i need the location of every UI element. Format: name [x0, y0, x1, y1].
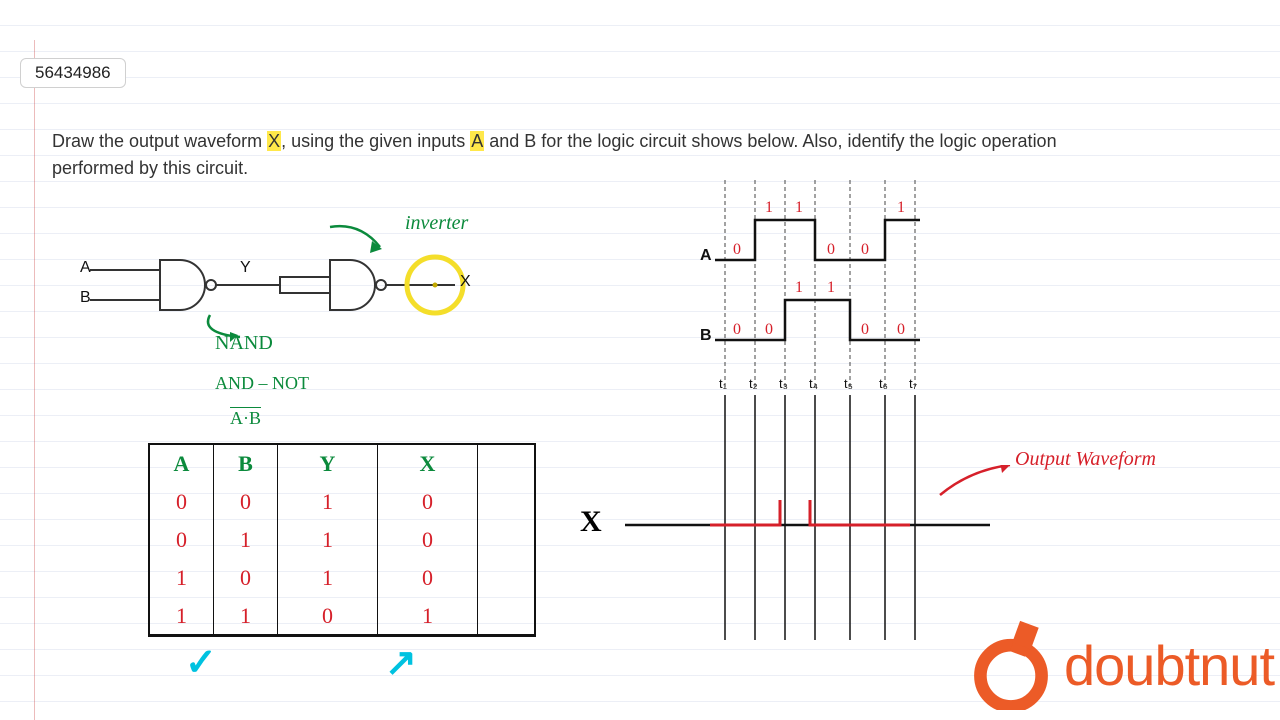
- svg-text:A: A: [700, 247, 712, 264]
- label-Y: Y: [240, 259, 251, 277]
- question-text: Draw the output waveform X, using the gi…: [52, 128, 1072, 182]
- svg-text:t₅: t₅: [844, 376, 853, 391]
- logo-text: doubtnut: [1064, 633, 1274, 698]
- svg-text:t₁: t₁: [719, 376, 728, 391]
- input-waveforms: A B t₁ t₂ t₃ t₄ t₅ t₆ t₇ 0 1 1 0 0 1 0 0…: [695, 180, 935, 400]
- problem-id: 56434986: [20, 58, 126, 88]
- cyan-arrow-icon: ↗: [385, 640, 417, 685]
- svg-text:0: 0: [765, 321, 773, 338]
- svg-text:1: 1: [827, 279, 835, 296]
- cyan-check-icon: ✓: [185, 640, 217, 685]
- svg-text:0: 0: [861, 321, 869, 338]
- svg-text:B: B: [700, 327, 712, 344]
- logo-icon: [966, 620, 1056, 710]
- highlight-x: X: [267, 131, 281, 151]
- circuit-diagram: A B Y X: [80, 255, 500, 335]
- label-X: X: [460, 273, 471, 291]
- svg-text:t₂: t₂: [749, 376, 758, 391]
- red-arrow-icon: [930, 465, 1020, 505]
- svg-text:0: 0: [733, 241, 741, 258]
- svg-text:0: 0: [827, 241, 835, 258]
- svg-text:t₇: t₇: [909, 376, 918, 391]
- svg-text:t₄: t₄: [809, 376, 818, 391]
- margin-line: [34, 40, 35, 720]
- svg-text:1: 1: [765, 199, 773, 216]
- annotation-andnot: AND – NOT: [215, 373, 309, 394]
- svg-text:t₆: t₆: [879, 376, 888, 391]
- annotation-inverter: inverter: [405, 212, 468, 235]
- svg-text:0: 0: [861, 241, 869, 258]
- svg-text:1: 1: [795, 279, 803, 296]
- annotation-abbar: A·B: [230, 408, 261, 429]
- svg-text:0: 0: [733, 321, 741, 338]
- svg-text:0: 0: [897, 321, 905, 338]
- svg-text:1: 1: [795, 199, 803, 216]
- truth-table: A B Y X 0 0 1 0 0 1 1 0 1 0 1 0 1 1 0 1: [148, 443, 536, 637]
- doubtnut-logo: doubtnut: [960, 610, 1280, 720]
- highlight-a: A: [470, 131, 484, 151]
- label-B: B: [80, 289, 91, 307]
- svg-text:t₃: t₃: [779, 376, 788, 391]
- svg-text:1: 1: [897, 199, 905, 216]
- label-A: A: [80, 259, 91, 277]
- output-waveform: [580, 500, 1000, 570]
- annotation-nand: NAND: [215, 332, 273, 355]
- annotation-output: Output Waveform: [1015, 448, 1156, 471]
